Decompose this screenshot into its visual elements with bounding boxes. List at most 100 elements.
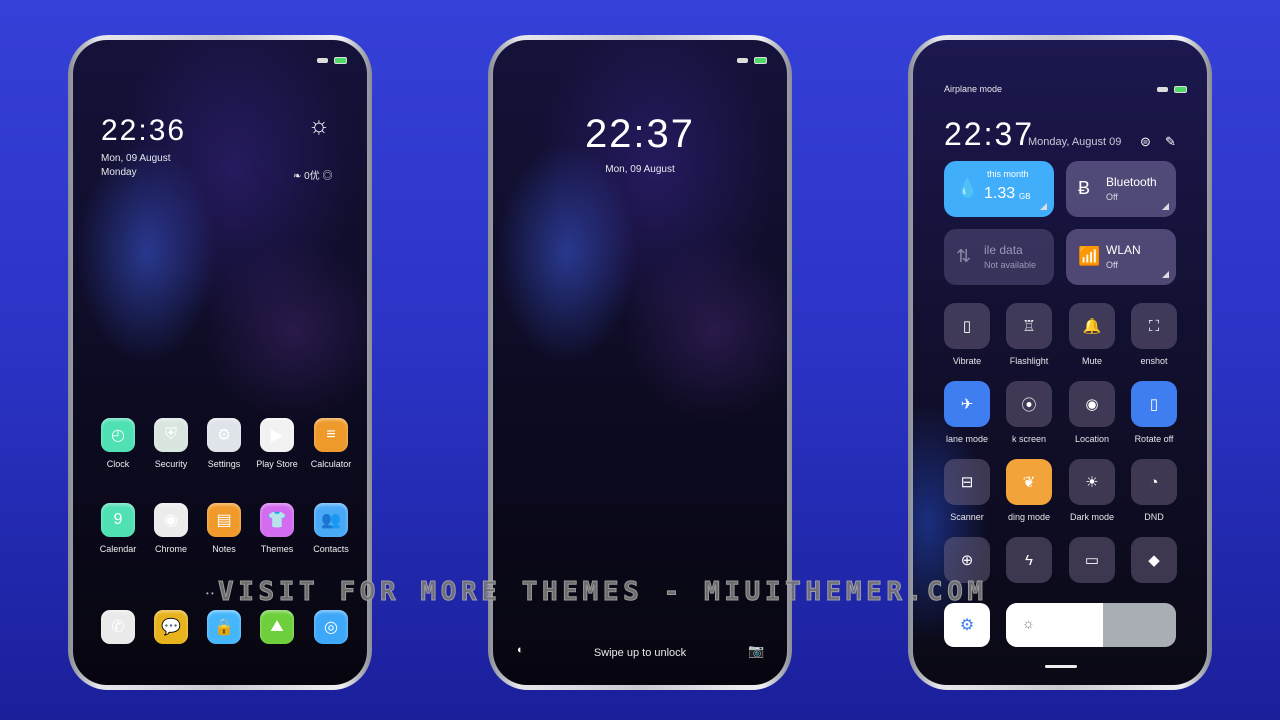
app-chrome[interactable]: ◉ Chrome [146,503,196,554]
tile-DND[interactable]: ◔ DND [1131,459,1177,522]
corner-icon [1162,271,1169,278]
wlan-tile[interactable]: 📶 WLAN Off [1066,229,1176,285]
tile-shortcut-14[interactable]: ▭ [1069,537,1115,583]
home-indicator[interactable] [1045,665,1077,668]
chrome-icon: ◉ [154,503,188,537]
tile-label: Rotate off [1134,434,1174,444]
tile-shortcut-13[interactable]: ϟ [1006,537,1052,583]
dock-store[interactable]: 🔒 [199,610,249,644]
tile-label: DND [1144,512,1164,522]
lock-date: Mon, 09 August [605,164,675,175]
cc-date: Monday, August 09 [1028,136,1122,148]
mobile-data-icon: ⇅ [956,246,972,266]
contacts-icon: 👥 [314,503,348,537]
sun-icon[interactable]: ☼ [308,112,330,140]
mobile-data-tile[interactable]: ⇅ ile data Not available [944,229,1054,285]
settings-icon: ⚙ [207,418,241,452]
app-label: Notes [212,544,236,554]
tile-label: Vibrate [952,356,982,366]
unlock-hint[interactable]: Swipe up to unlock [493,647,787,659]
dock-phone[interactable]: ✆ [93,610,143,644]
cc-clock[interactable]: 22:37 [944,116,1034,153]
tile-lane-mode[interactable]: ✈ lane mode [944,381,990,444]
k-screen-icon: ⦿ [1006,381,1052,427]
tile-enshot[interactable]: ⛶ enshot [1131,303,1177,366]
Vibrate-icon: ▯ [944,303,990,349]
tile-k-screen[interactable]: ⦿ k screen [1006,381,1052,444]
app-clock[interactable]: ◴ Clock [93,418,143,469]
app-notes[interactable]: ▤ Notes [199,503,249,554]
notes-icon: ▤ [207,503,241,537]
app-security[interactable]: ⛨ Security [146,418,196,469]
battery-icon [334,57,347,64]
tile-Location[interactable]: ◉ Location [1069,381,1115,444]
data-label: this month [987,169,1029,179]
app-label: Themes [260,544,294,554]
tile-label: Location [1074,434,1110,444]
status-bar [737,57,767,64]
tile-Mute[interactable]: 🔔 Mute [1069,303,1115,366]
security-icon: ⛨ [154,418,188,452]
status-label: Airplane mode [944,84,1003,94]
brightness-slider[interactable]: ☼ [1006,603,1176,647]
lane-mode-icon: ✈ [944,381,990,427]
app-themes[interactable]: 👕 Themes [252,503,302,554]
tile-ding-mode[interactable]: ❦ ding mode [1006,459,1052,522]
app-calculator[interactable]: ≡ Calculator [306,418,356,469]
dock-gallery[interactable]: ⛰ [252,610,302,644]
wifi-icon: 📶 [1078,246,1101,266]
tile-Rotate-off[interactable]: ▯ Rotate off [1131,381,1177,444]
clock[interactable]: 22:36 [101,114,186,148]
aqi-value: 0优 [304,171,320,182]
dock-camera[interactable]: ◎ [306,610,356,644]
calendar-icon: 9 [101,503,135,537]
page-indicator[interactable]: • • [206,589,214,598]
Location-icon: ◉ [1069,381,1115,427]
camera-icon: ◎ [314,610,348,644]
bluetooth-icon: Ƀ [1078,178,1091,198]
app-contacts[interactable]: 👥 Contacts [306,503,356,554]
airplane-icon [317,58,328,63]
app-calendar[interactable]: 9 Calendar [93,503,143,554]
Rotate-off-icon: ▯ [1131,381,1177,427]
lock-clock: 22:37 [584,112,696,156]
corner-icon [1040,203,1047,210]
camera-icon[interactable]: 📷 [748,643,764,659]
tile-label: Dark mode [1069,512,1114,522]
toggle-switch-icon[interactable]: ⊜ [1140,134,1151,150]
tile-label: ding mode [1007,512,1051,522]
brightness-icon: ☼ [1022,615,1035,631]
bluetooth-tile[interactable]: Ƀ Bluetooth Off [1066,161,1176,217]
app-settings[interactable]: ⚙ Settings [199,418,249,469]
app-label: Play Store [256,459,298,469]
tile-label: lane mode [945,434,989,444]
calculator-icon: ≡ [314,418,348,452]
app-play-store[interactable]: ▶ Play Store [252,418,302,469]
water-drop-icon: 💧 [956,178,979,198]
shortcut-icon: ◆ [1131,537,1177,583]
tile-Scanner[interactable]: ⊟ Scanner [944,459,990,522]
DND-icon: ◔ [1131,459,1177,505]
tile-shortcut-15[interactable]: ◆ [1131,537,1177,583]
auto-brightness-button[interactable]: ⚙ [944,603,990,647]
corner-icon [1162,203,1169,210]
app-label: Calendar [99,544,137,554]
app-label: Settings [207,459,241,469]
edit-icon[interactable]: ✎ [1165,134,1176,150]
Flashlight-icon: ♖ [1006,303,1052,349]
tile-label: Scanner [950,512,984,522]
tile-Flashlight[interactable]: ♖ Flashlight [1006,303,1052,366]
bluetooth-title: Bluetooth [1106,175,1157,189]
airplane-icon [1157,87,1168,92]
themes-icon: 👕 [260,503,294,537]
tile-label: Flashlight [1009,356,1049,366]
dock-messages[interactable]: 💬 [146,610,196,644]
app-label: Contacts [313,544,349,554]
store-icon: 🔒 [207,610,241,644]
airplane-icon [737,58,748,63]
tile-Vibrate[interactable]: ▯ Vibrate [944,303,990,366]
tile-Dark-mode[interactable]: ☀ Dark mode [1069,459,1115,522]
data-usage-tile[interactable]: 💧 this month 1.33 GB [944,161,1054,217]
date: Mon, 09 August [101,153,171,164]
gallery-icon: ⛰ [260,610,294,644]
